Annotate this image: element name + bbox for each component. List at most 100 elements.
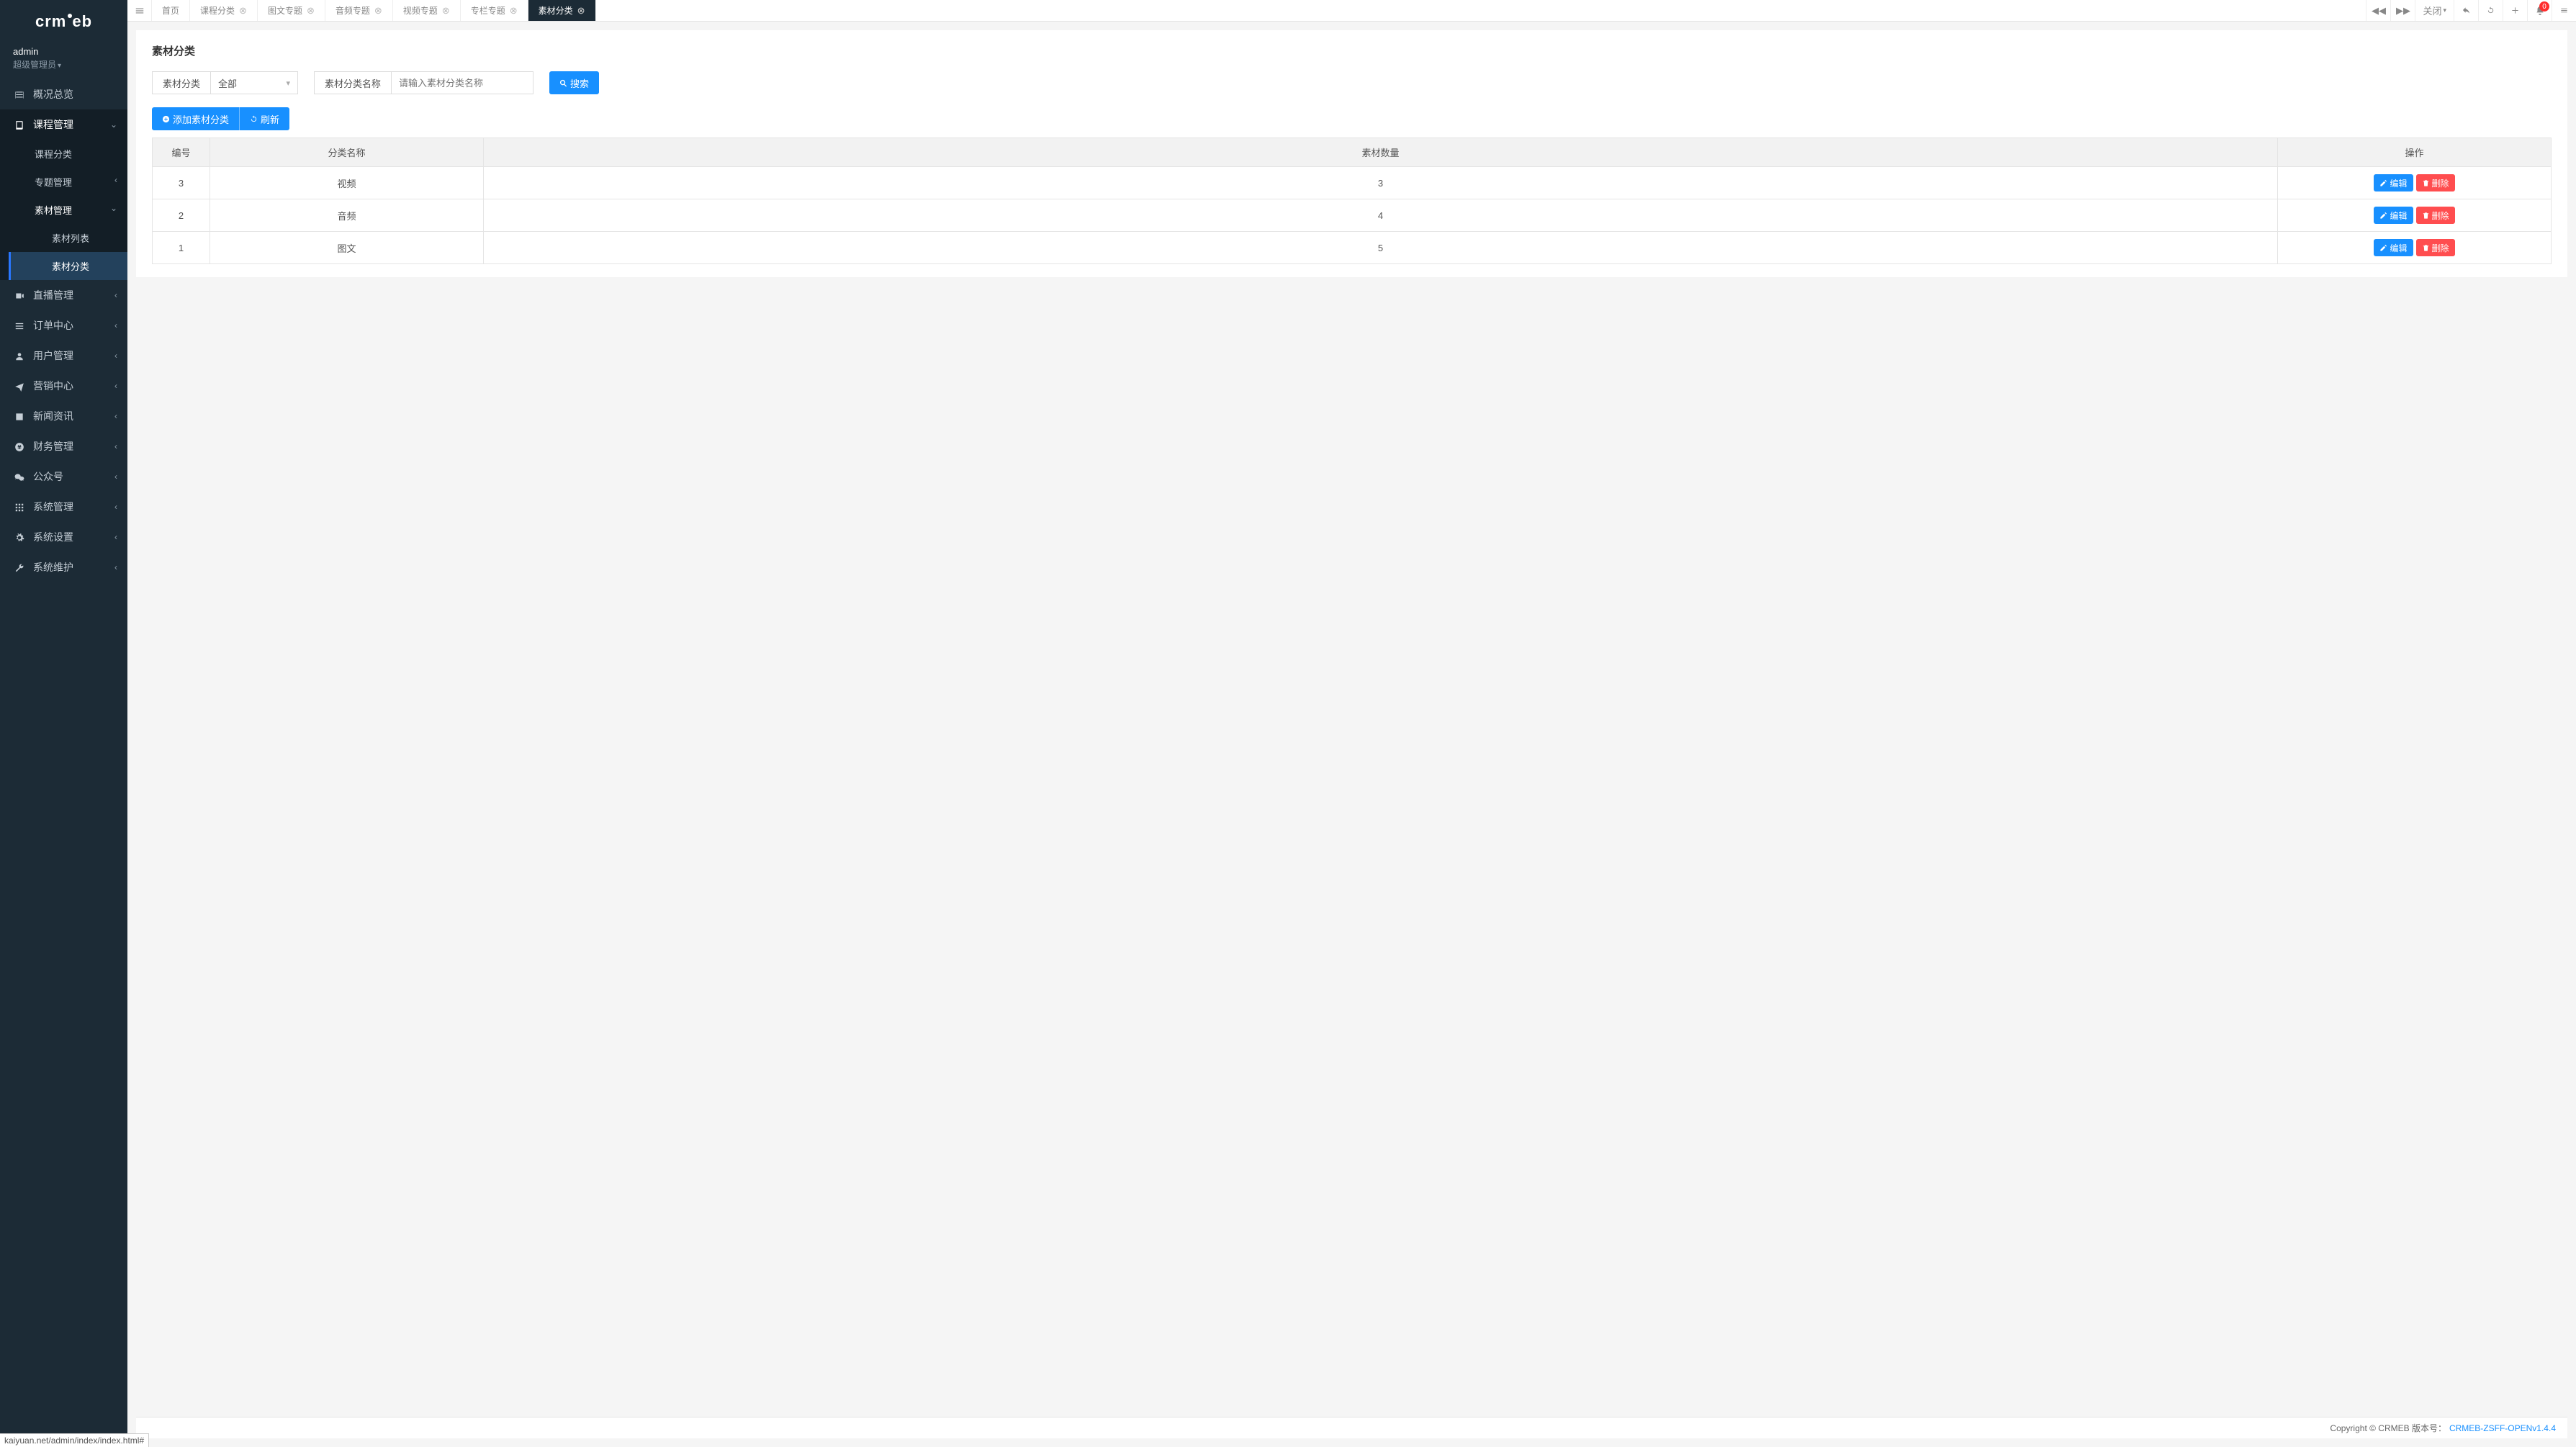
nav-finance[interactable]: 财务管理‹ (0, 431, 127, 461)
user-icon (13, 350, 26, 361)
undo-button[interactable] (2454, 0, 2478, 21)
tab-label: 课程分类 (200, 4, 235, 17)
user-role: 超级管理员▾ (13, 58, 114, 71)
list-icon (13, 320, 26, 331)
cell-count: 4 (484, 199, 2278, 232)
tabs: 首页课程分类⊗图文专题⊗音频专题⊗视频专题⊗专栏专题⊗素材分类⊗ (152, 0, 2366, 21)
th-count: 素材数量 (484, 138, 2278, 167)
nav-news[interactable]: 新闻资讯‹ (0, 401, 127, 431)
tab[interactable]: 图文专题⊗ (258, 0, 325, 21)
money-icon (13, 441, 26, 452)
chevron-left-icon: ‹ (114, 351, 117, 361)
chevron-left-icon: ‹ (114, 320, 117, 330)
pencil-icon (2379, 212, 2387, 220)
edit-button[interactable]: 编辑 (2374, 207, 2413, 224)
tab-label: 素材分类 (539, 4, 573, 17)
chevron-left-icon: ‹ (114, 411, 117, 421)
grid-icon (13, 501, 26, 513)
refresh-icon (250, 115, 258, 123)
edit-button[interactable]: 编辑 (2374, 174, 2413, 191)
tab[interactable]: 首页 (152, 0, 190, 21)
tab-next-button[interactable]: ▶▶ (2390, 0, 2415, 21)
pencil-icon (2379, 244, 2387, 252)
add-category-button[interactable]: 添加素材分类 (152, 107, 240, 130)
edit-button[interactable]: 编辑 (2374, 239, 2413, 256)
nav-wechat[interactable]: 公众号‹ (0, 461, 127, 492)
close-menu-button[interactable]: 关闭▾ (2415, 0, 2454, 21)
sidebar: crmeb admin 超级管理员▾ 概况总览 课程管理 ⌄ 课程分类 (0, 0, 127, 1447)
filter-category-select[interactable]: 全部 ▾ (211, 72, 297, 94)
chevron-left-icon: ‹ (114, 441, 117, 451)
more-button[interactable] (2552, 0, 2576, 21)
nav-course[interactable]: 课程管理 ⌄ (0, 109, 127, 140)
cell-id: 3 (153, 167, 210, 199)
top-actions: ◀◀ ▶▶ 关闭▾ 0 (2366, 0, 2576, 21)
tab-prev-button[interactable]: ◀◀ (2366, 0, 2390, 21)
page-title: 素材分类 (152, 43, 2552, 58)
tab[interactable]: 音频专题 ⊗ (325, 0, 393, 21)
trash-icon (2422, 244, 2430, 252)
notification-button[interactable]: 0 (2527, 0, 2552, 21)
filter-name-input[interactable] (392, 72, 533, 94)
close-icon[interactable]: ⊗ (510, 5, 518, 17)
close-icon[interactable]: ⊗ (442, 5, 450, 17)
chevron-left-icon: ‹ (114, 472, 117, 482)
cell-name: 视频 (210, 167, 484, 199)
nav-order[interactable]: 订单中心‹ (0, 310, 127, 341)
close-icon[interactable]: ⊗ (374, 5, 382, 17)
nav-course-material[interactable]: 素材管理⌄ (0, 196, 127, 224)
close-icon[interactable]: ⊗ (307, 5, 315, 17)
close-icon[interactable]: ⊗ (239, 5, 247, 17)
menu-toggle-button[interactable] (127, 0, 152, 21)
tab[interactable]: 视频专题 ⊗ (393, 0, 461, 21)
delete-button[interactable]: 删除 (2416, 239, 2455, 256)
nav-user[interactable]: 用户管理‹ (0, 341, 127, 371)
search-button[interactable]: 搜索 (549, 71, 599, 94)
copyright-text: Copyright © CRMEB 版本号： (2330, 1422, 2446, 1434)
logo: crmeb (0, 0, 127, 43)
tab[interactable]: 素材分类 ⊗ (528, 0, 596, 21)
send-icon (13, 380, 26, 392)
cell-id: 1 (153, 232, 210, 264)
cell-name: 图文 (210, 232, 484, 264)
th-name: 分类名称 (210, 138, 484, 167)
delete-button[interactable]: 删除 (2416, 207, 2455, 224)
nav-system[interactable]: 系统管理‹ (0, 492, 127, 522)
chevron-down-icon: ▾ (286, 78, 290, 88)
version-link[interactable]: CRMEB-ZSFF-OPENv1.4.4 (2449, 1423, 2556, 1433)
tab-label: 首页 (162, 4, 179, 17)
tab-label: 音频专题 (335, 4, 370, 17)
table-row: 2音频4编辑删除 (153, 199, 2552, 232)
user-box[interactable]: admin 超级管理员▾ (0, 43, 127, 79)
chevron-down-icon: ⌄ (110, 120, 117, 130)
camera-icon (13, 289, 26, 301)
plus-circle-icon (162, 115, 170, 123)
th-ops: 操作 (2278, 138, 2552, 167)
nav-course-topic[interactable]: 专题管理‹ (0, 168, 127, 196)
filter-name-group: 素材分类名称 (314, 71, 533, 94)
close-icon[interactable]: ⊗ (577, 5, 585, 17)
chevron-left-icon: ‹ (114, 532, 117, 542)
nav-live[interactable]: 直播管理‹ (0, 280, 127, 310)
search-icon (559, 79, 567, 87)
table-row: 3视频3编辑删除 (153, 167, 2552, 199)
tab[interactable]: 课程分类 ⊗ (190, 0, 258, 21)
nav-maintain[interactable]: 系统维护‹ (0, 552, 127, 582)
overview-icon (13, 89, 26, 100)
nav-material-list[interactable]: 素材列表 (9, 224, 127, 252)
topbar: 首页课程分类⊗图文专题⊗音频专题⊗视频专题⊗专栏专题⊗素材分类⊗ ◀◀ ▶▶ 关… (127, 0, 2576, 22)
tab[interactable]: 专栏专题⊗ (461, 0, 528, 21)
delete-button[interactable]: 删除 (2416, 174, 2455, 191)
filter-row: 素材分类 全部 ▾ 素材分类名称 搜索 (152, 71, 2552, 94)
refresh-list-button[interactable]: 刷新 (240, 107, 289, 130)
nav-settings[interactable]: 系统设置‹ (0, 522, 127, 552)
cell-ops: 编辑删除 (2278, 167, 2552, 199)
add-button[interactable] (2503, 0, 2527, 21)
nav-material-category[interactable]: 素材分类 (9, 252, 127, 280)
nav-overview[interactable]: 概况总览 (0, 79, 127, 109)
filter-category-group: 素材分类 全部 ▾ (152, 71, 298, 94)
nav-course-category[interactable]: 课程分类 (0, 140, 127, 168)
refresh-button[interactable] (2478, 0, 2503, 21)
nav-marketing[interactable]: 营销中心‹ (0, 371, 127, 401)
tab-label: 视频专题 (403, 4, 438, 17)
